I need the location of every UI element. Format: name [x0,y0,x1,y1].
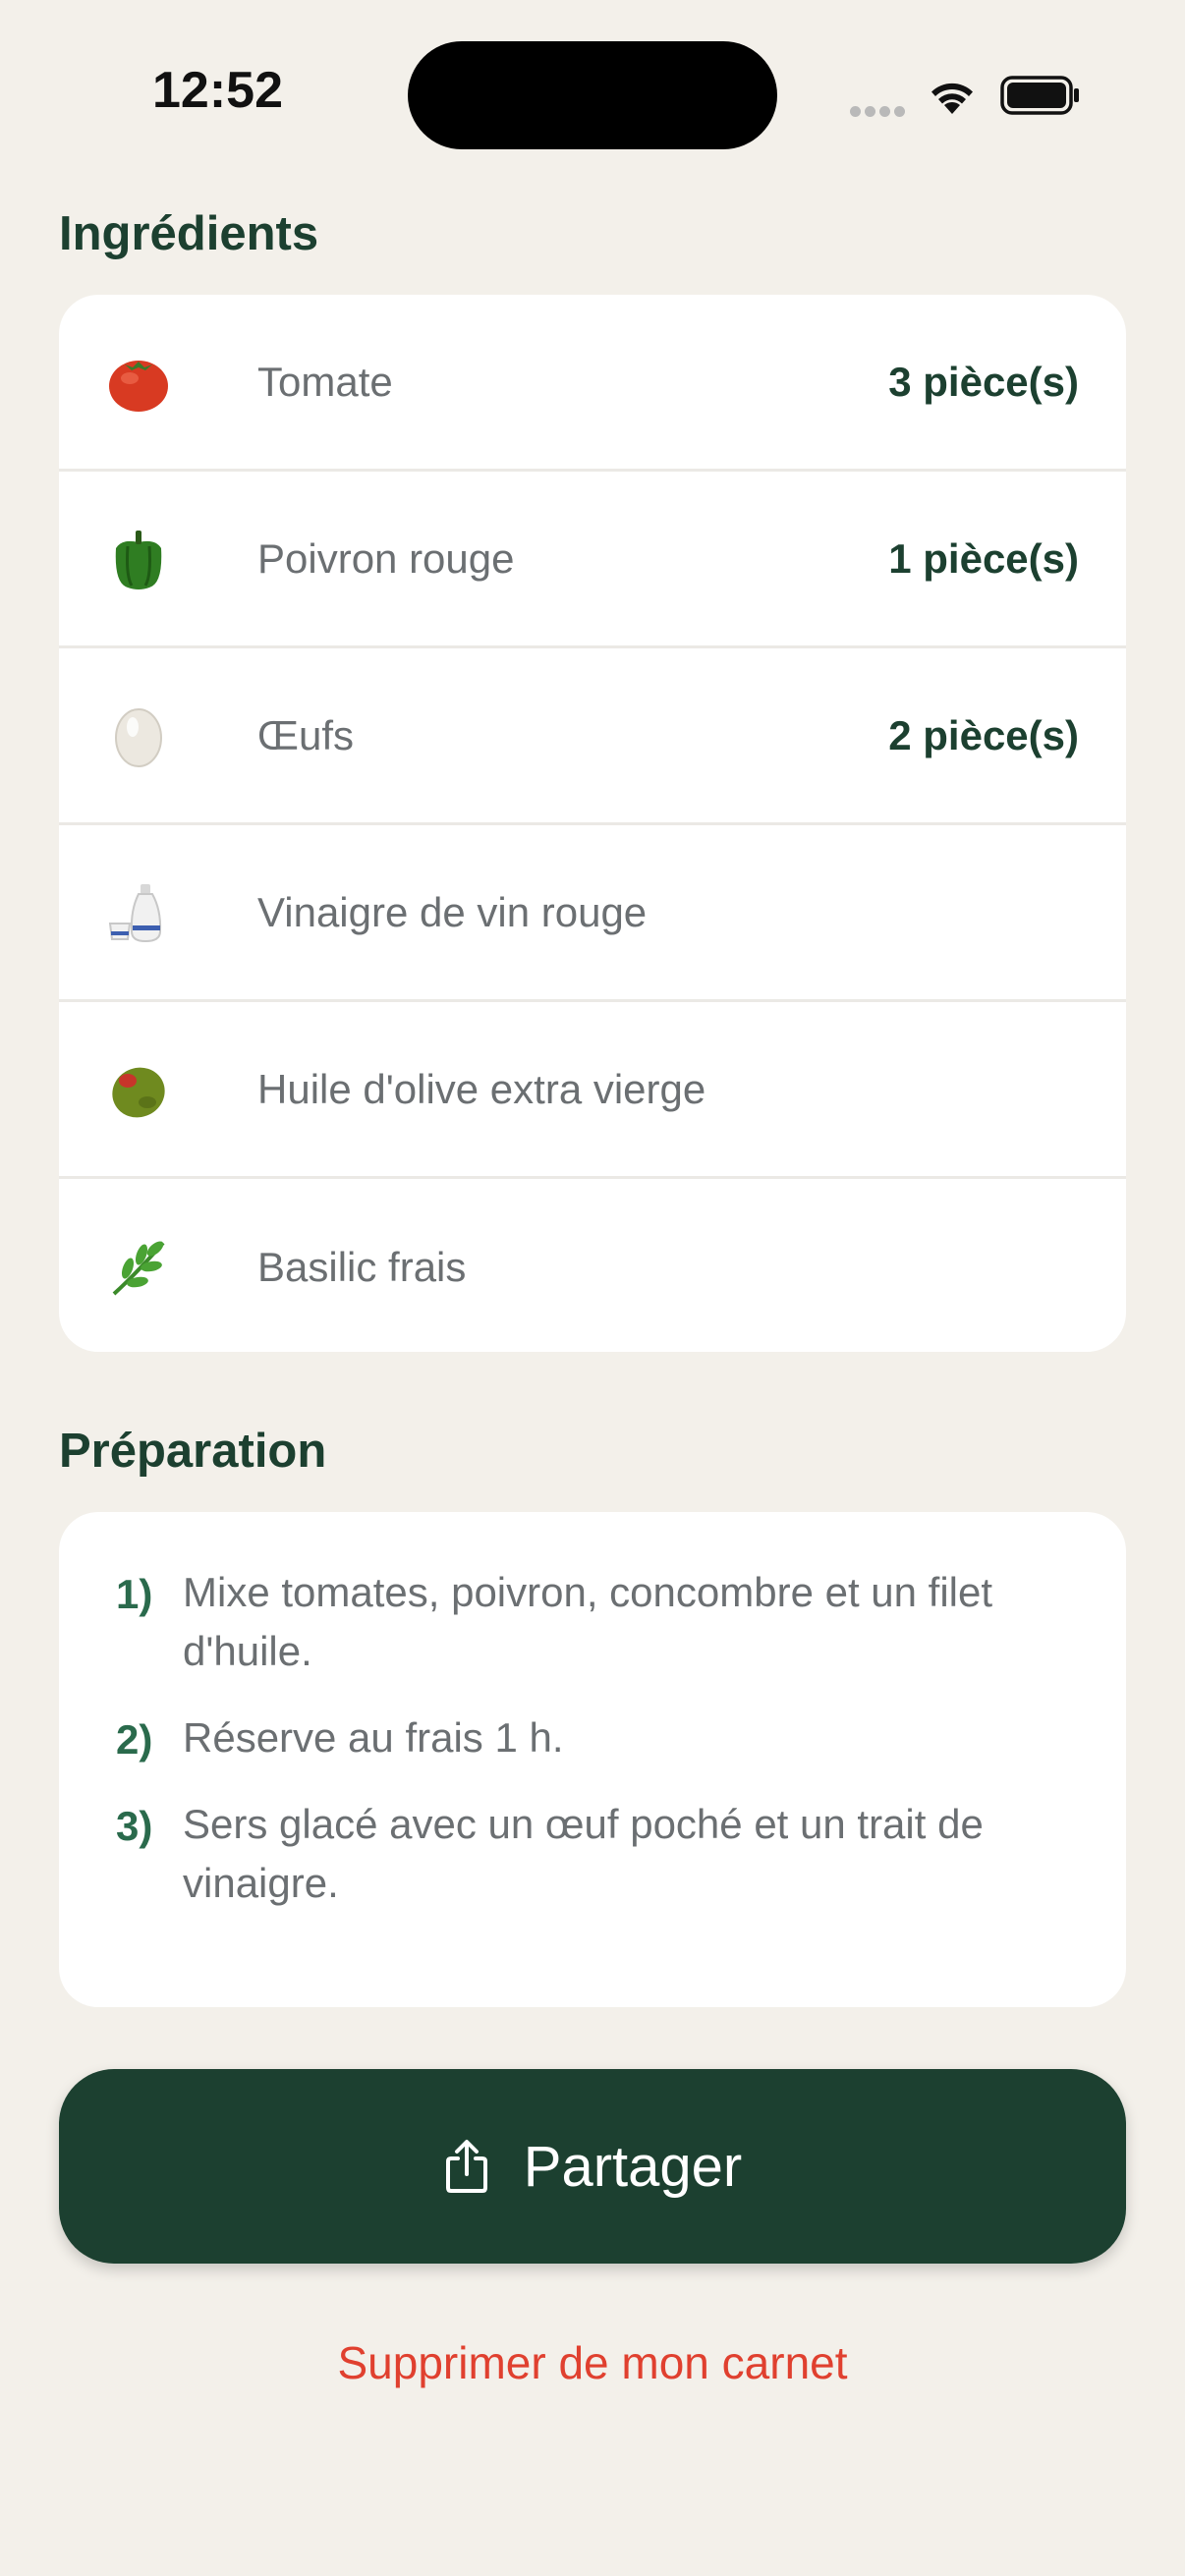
step-text: Mixe tomates, poivron, concombre et un f… [183,1569,993,1674]
tomato-icon [106,350,171,415]
step-number: 3) [116,1803,153,1849]
preparation-title: Préparation [59,1425,327,1478]
status-time: 12:52 [152,62,283,119]
ingredient-row: Vinaigre de vin rouge [59,825,1126,1002]
ingredients-title: Ingrédients [59,207,319,260]
status-bar: 12:52 [0,0,1185,157]
cellular-signal-icon [850,104,909,122]
ingredient-name: Huile d'olive extra vierge [257,1065,706,1112]
ingredient-name: Basilic frais [257,1244,467,1290]
sake-bottle-icon [106,880,171,945]
preparation-step: 2) Réserve au frais 1 h. [116,1714,1057,1767]
ingredient-quantity: 2 pièce(s) [888,711,1079,758]
ingredient-row: Huile d'olive extra vierge [59,1002,1126,1179]
step-number: 2) [116,1716,153,1763]
olive-icon [106,1057,171,1122]
herb-icon [106,1235,171,1300]
step-text: Réserve au frais 1 h. [183,1714,564,1761]
ingredient-quantity: 1 pièce(s) [888,534,1079,582]
ingredient-name: Tomate [257,358,393,405]
battery-icon [1000,75,1081,121]
preparation-step: 1) Mixe tomates, poivron, concombre et u… [116,1569,1057,1681]
delete-from-notebook-button[interactable]: Supprimer de mon carnet [0,2336,1185,2389]
ingredient-name: Poivron rouge [257,534,515,582]
preparation-step: 3) Sers glacé avec un œuf poché et un tr… [116,1801,1057,1913]
ingredients-card: Tomate 3 pièce(s) Poivron rouge 1 pièce(… [59,295,1126,1352]
bell-pepper-icon [106,527,171,591]
egg-icon [106,703,171,768]
status-icons [845,69,1100,118]
ingredient-row: Poivron rouge 1 pièce(s) [59,472,1126,648]
wifi-icon [926,75,979,121]
step-number: 1) [116,1571,153,1617]
preparation-card: 1) Mixe tomates, poivron, concombre et u… [59,1512,1126,2007]
ingredient-quantity: 3 pièce(s) [888,358,1079,405]
share-button[interactable]: Partager [59,2069,1126,2264]
share-button-label: Partager [523,2134,743,2199]
ingredient-row: Basilic frais [59,1179,1126,1352]
dynamic-island [408,41,777,149]
share-icon [443,2139,490,2194]
ingredient-name: Vinaigre de vin rouge [257,888,648,935]
step-text: Sers glacé avec un œuf poché et un trait… [183,1801,984,1906]
ingredient-row: Tomate 3 pièce(s) [59,295,1126,472]
ingredient-row: Œufs 2 pièce(s) [59,648,1126,825]
ingredient-name: Œufs [257,711,355,758]
